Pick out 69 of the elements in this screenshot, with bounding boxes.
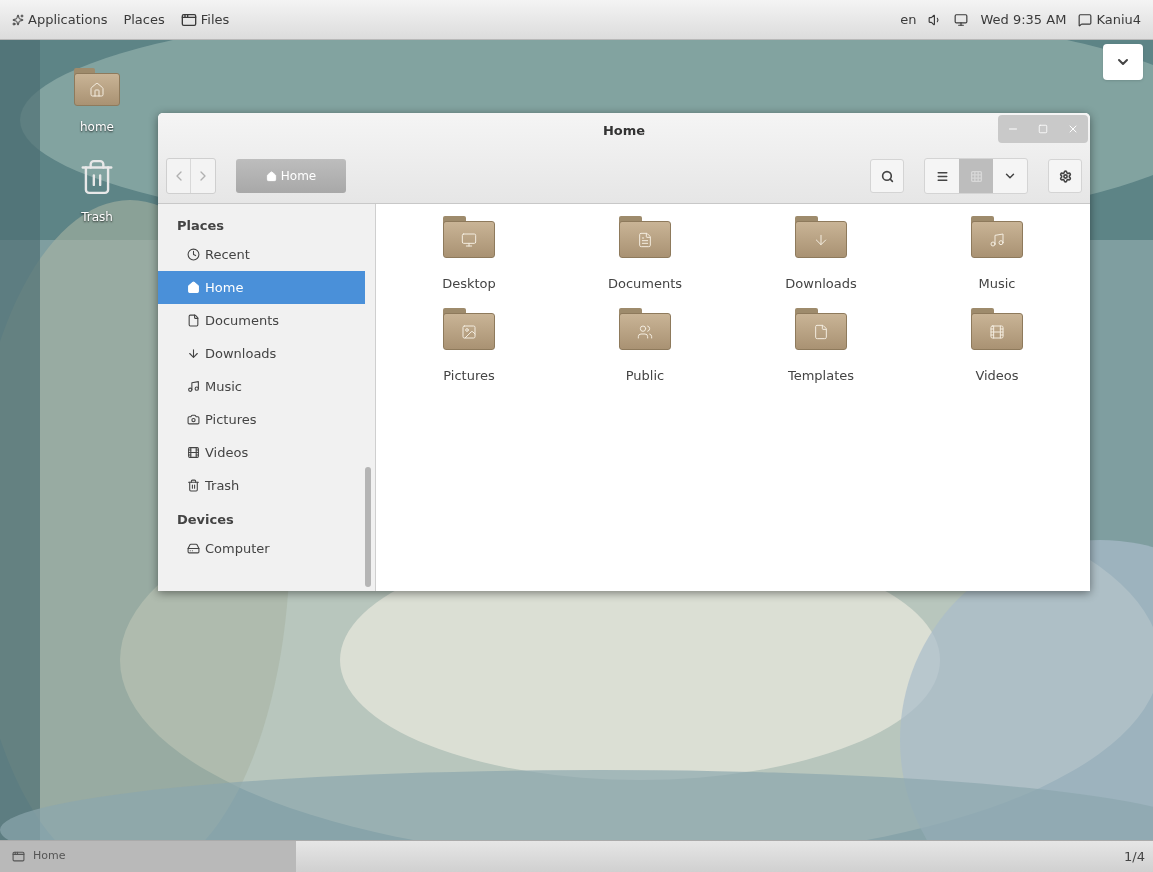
top-menu[interactable]: Places	[123, 9, 165, 30]
network-icon[interactable]	[954, 12, 969, 27]
videos-icon	[187, 446, 200, 459]
user-name[interactable]: Kaniu4	[1096, 9, 1141, 30]
folder-icon	[443, 308, 495, 350]
folder-icon	[795, 216, 847, 258]
folder-item[interactable]: Templates	[733, 308, 909, 400]
sidebar-item[interactable]: Recent	[158, 238, 365, 271]
computer-icon	[187, 542, 200, 555]
workspace-indicator[interactable]: 1/4	[1116, 846, 1153, 867]
folder-label: Documents	[607, 275, 683, 293]
recent-icon	[187, 248, 200, 261]
close-icon	[1067, 123, 1079, 135]
folder-icon	[74, 68, 120, 106]
sidebar-item[interactable]: Videos	[158, 436, 365, 469]
chat-icon[interactable]	[1078, 12, 1093, 27]
folder-icon	[971, 216, 1023, 258]
scrollbar-thumb[interactable]	[365, 467, 371, 587]
sidebar-item[interactable]: Trash	[158, 469, 365, 502]
maximize-icon	[1038, 124, 1048, 134]
sidebar-item[interactable]: Documents	[158, 304, 365, 337]
sidebar-item[interactable]: Pictures	[158, 403, 365, 436]
settings-button[interactable]	[1048, 159, 1082, 193]
music-icon	[187, 380, 200, 393]
gear-icon	[1058, 169, 1072, 183]
sidebar-item[interactable]: Downloads	[158, 337, 365, 370]
dropdown-button[interactable]	[1103, 44, 1143, 80]
folder-item[interactable]: Downloads	[733, 216, 909, 308]
top-menu[interactable]: Applications	[12, 9, 108, 30]
task-button[interactable]: Home	[0, 841, 296, 872]
folder-label: Music	[978, 275, 1016, 293]
sidebar-heading: Places	[176, 217, 226, 236]
folder-icon	[619, 308, 671, 350]
folder-label: Downloads	[785, 275, 857, 293]
sidebar-item[interactable]: Computer	[158, 532, 365, 565]
list-icon	[935, 169, 949, 183]
documents-icon	[187, 314, 200, 327]
apps-icon	[12, 13, 24, 26]
window-icon	[12, 850, 25, 863]
keyboard-layout[interactable]: en	[900, 9, 917, 30]
sidebar-heading: Devices	[176, 511, 235, 530]
folder-icon	[971, 308, 1023, 350]
folder-label: Templates	[787, 367, 855, 385]
folder-icon	[443, 216, 495, 258]
folder-item[interactable]: Public	[557, 308, 733, 400]
downloads-icon	[187, 347, 200, 360]
sidebar-item[interactable]: Music	[158, 370, 365, 403]
search-icon	[880, 169, 894, 183]
window-title: Home	[602, 122, 646, 141]
search-button[interactable]	[870, 159, 904, 193]
folder-icon	[619, 216, 671, 258]
top-menu[interactable]: Files	[180, 9, 230, 30]
clock[interactable]: Wed 9:35 AM	[980, 9, 1067, 30]
folder-item[interactable]: Music	[909, 216, 1085, 308]
folder-label: Pictures	[443, 367, 495, 385]
trash-icon	[187, 479, 200, 492]
home-icon	[265, 170, 277, 182]
folder-label: Videos	[975, 367, 1019, 385]
folder-label: Desktop	[442, 275, 496, 293]
folder-item[interactable]: Videos	[909, 308, 1085, 400]
files-icon	[180, 11, 197, 28]
folder-label: Public	[625, 367, 665, 385]
folder-item[interactable]: Documents	[557, 216, 733, 308]
grid-icon	[969, 169, 983, 183]
folder-item[interactable]: Pictures	[381, 308, 557, 400]
folder-item[interactable]: Desktop	[381, 216, 557, 308]
folder-icon	[795, 308, 847, 350]
pictures-icon	[187, 413, 200, 426]
home-icon	[187, 281, 200, 294]
